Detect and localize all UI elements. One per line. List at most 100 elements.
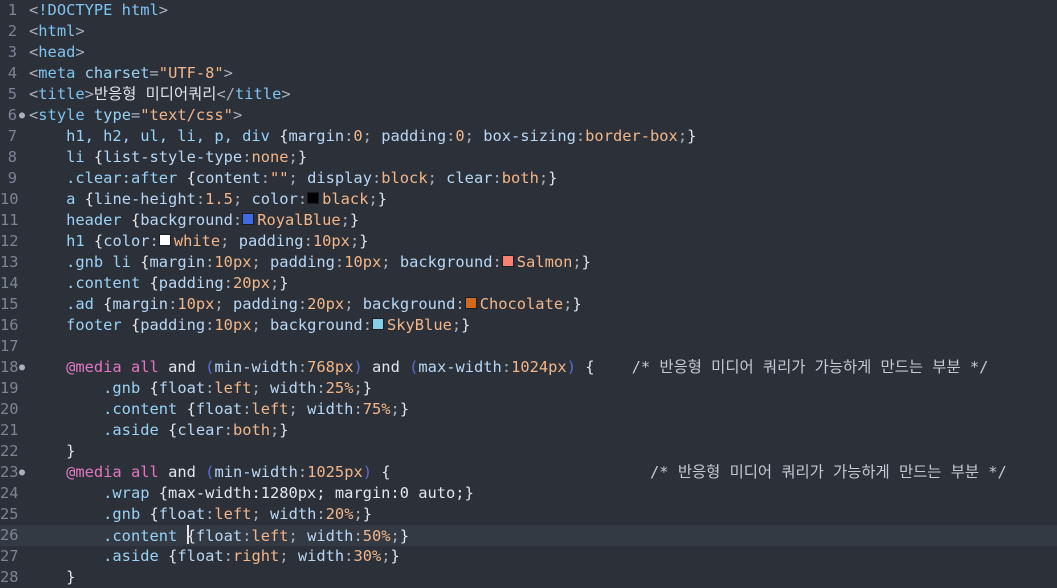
code-token: Salmon [516, 253, 573, 271]
code-token: : [205, 505, 215, 523]
code-token: : [205, 253, 215, 271]
code-token: : [501, 358, 512, 376]
code-token: none [251, 148, 289, 166]
code-token: } [297, 148, 308, 166]
code-line[interactable]: 11 header {background: RoyalBlue;} [0, 210, 1057, 231]
code-token: a [66, 190, 76, 208]
code-token: charset [84, 64, 150, 82]
code-line[interactable]: 1 <!DOCTYPE html> [0, 0, 1057, 21]
line-number: 14 [0, 274, 19, 292]
code-token: { [93, 148, 104, 166]
code-token: ) [362, 463, 373, 481]
code-token: .content [66, 274, 141, 292]
code-token: box-sizing [483, 127, 576, 145]
code-token: } [279, 274, 289, 292]
code-line[interactable]: 15 .ad {margin:10px; padding:20px; backg… [0, 294, 1057, 315]
code-line[interactable]: 3 <head> [0, 42, 1057, 63]
code-text: @media all and (min-width:768px) and (ma… [29, 357, 988, 378]
line-number: 13 [0, 253, 19, 271]
code-token: margin [288, 127, 345, 145]
code-token: < [29, 22, 39, 40]
code-token: { [186, 527, 196, 545]
code-token: min-width [214, 463, 298, 481]
code-token: ; [381, 253, 400, 271]
code-line[interactable]: 2 <html> [0, 21, 1057, 42]
code-line[interactable]: 13 .gnb li {margin:10px; padding:10px; b… [0, 252, 1057, 273]
code-token: </ [216, 85, 235, 103]
code-token: left [214, 505, 252, 523]
line-number: 12 [0, 232, 19, 250]
code-line[interactable]: 5 <title>반응형 미디어쿼리</title> [0, 84, 1057, 105]
code-token: left [251, 527, 289, 545]
code-line[interactable]: 20 .content {float:left; width:75%;} [0, 399, 1057, 420]
code-line[interactable]: 26 .content {float:left; width:50%;} [0, 525, 1057, 546]
code-text: <title>반응형 미디어쿼리</title> [29, 84, 291, 105]
code-text: <html> [29, 21, 85, 42]
code-token: footer [66, 316, 122, 334]
code-token: and [168, 463, 196, 481]
code-token: } [362, 505, 373, 523]
code-token: ; [220, 232, 239, 250]
code-token: min-width [214, 358, 298, 376]
code-token: /* 반응형 미디어 쿼리가 가능하게 만드는 부분 */ [650, 463, 1007, 481]
code-token: 50% [362, 527, 391, 545]
code-token: ; [563, 295, 573, 313]
code-line[interactable]: 19 .gnb {float:left; width:25%;} [0, 378, 1057, 399]
code-token: ; [340, 211, 350, 229]
code-token: ; [538, 169, 549, 187]
code-line[interactable]: 24 .wrap {max-width:1280px; margin:0 aut… [0, 483, 1057, 504]
line-number: 5 [7, 85, 17, 103]
code-line[interactable]: 22 } [0, 441, 1057, 462]
code-line[interactable]: 25 .gnb {float:left; width:20%;} [0, 504, 1057, 525]
code-token: { [585, 358, 595, 376]
code-token: .gnb [103, 379, 141, 397]
code-token: { [130, 316, 141, 334]
line-number: 4 [7, 64, 17, 82]
code-line[interactable]: 21 .aside {clear:both;} [0, 420, 1057, 441]
code-line[interactable]: 18 ● @media all and (min-width:768px) and… [0, 357, 1057, 378]
code-token: left [214, 379, 252, 397]
code-token: clear [177, 421, 224, 439]
code-line[interactable]: 27 .aside {float:right; width:30%;} [0, 546, 1057, 567]
code-token: } [581, 253, 591, 271]
code-token: right [232, 547, 280, 565]
code-token: : [223, 421, 233, 439]
code-editor[interactable]: 1 <!DOCTYPE html> 2 <html> 3 <head> 4 <meta cha… [0, 0, 1057, 586]
code-line[interactable]: 4 <meta charset="UTF-8"> [0, 63, 1057, 84]
code-line[interactable]: 10 a {line-height:1.5; color: black;} [0, 189, 1057, 210]
code-token: > [223, 64, 233, 82]
code-token: : [297, 295, 308, 313]
code-line[interactable]: 7 h1, h2, ul, li, p, div {margin:0; padd… [0, 126, 1057, 147]
code-token: : [195, 190, 206, 208]
code-token: { [140, 253, 150, 271]
code-token: border-box [585, 127, 678, 145]
code-text: .aside {clear:both;} [29, 420, 289, 441]
code-token: .content [103, 400, 178, 418]
code-token: { [168, 421, 178, 439]
code-line[interactable]: 17 [0, 336, 1057, 357]
code-line[interactable]: 8 li {list-style-type:none;} [0, 147, 1057, 168]
code-token: : [492, 253, 502, 271]
code-line[interactable]: 12 h1 {color: white; padding:10px;} [0, 231, 1057, 252]
code-line[interactable]: 6 ● <style type="text/css"> [0, 105, 1057, 126]
code-token: 20% [325, 505, 354, 523]
code-token: } [279, 421, 289, 439]
code-line[interactable]: 9 .clear:after {content:""; display:bloc… [0, 168, 1057, 189]
line-number: 15 [0, 295, 19, 313]
code-line[interactable]: 14 .content {padding:20px;} [0, 273, 1057, 294]
fold-marker-icon[interactable]: ● [17, 357, 27, 378]
code-line[interactable]: 23 ● @media all and (min-width:1025px) { … [0, 462, 1057, 483]
code-token: } [464, 484, 474, 502]
code-line[interactable]: 16 footer {padding:10px; background: SkyB… [0, 315, 1057, 336]
code-token: < [29, 43, 39, 61]
fold-marker-icon[interactable]: ● [17, 105, 27, 126]
fold-marker-icon[interactable]: ● [17, 462, 27, 483]
